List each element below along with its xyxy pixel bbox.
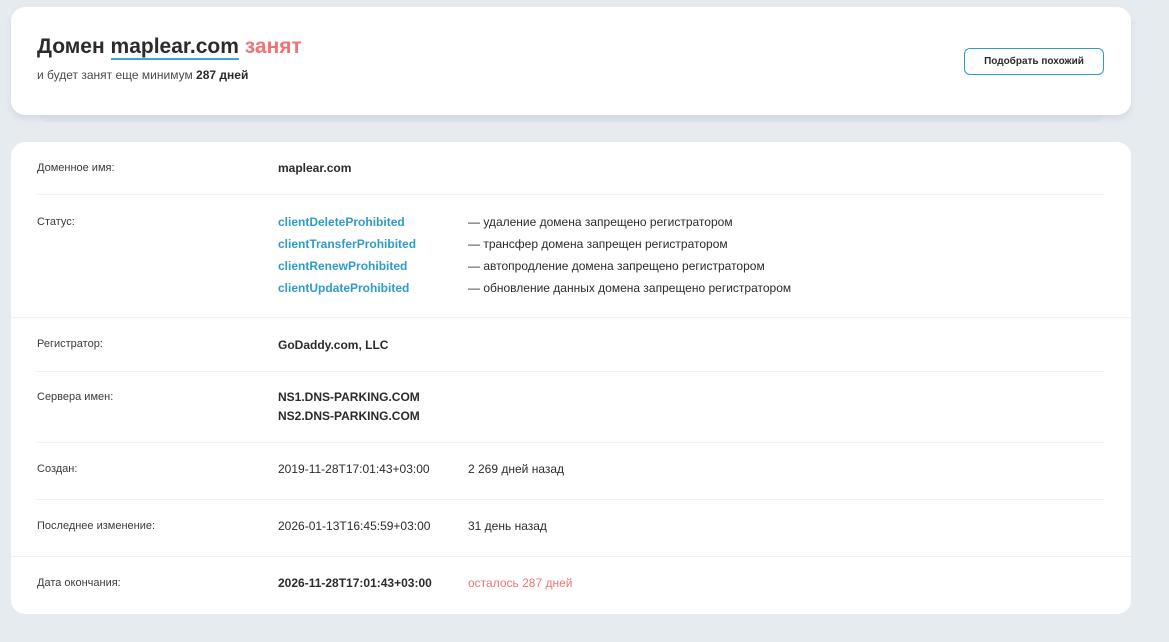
status-label: Статус: <box>37 216 75 228</box>
created-label: Создан: <box>37 463 78 475</box>
domain-name-value: maplear.com <box>278 161 352 175</box>
page-title: Домен maplear.com занят <box>37 35 302 60</box>
registrar-value: GoDaddy.com, LLC <box>278 338 389 352</box>
updated-label: Последнее изменение: <box>37 520 156 532</box>
title-prefix: Домен <box>37 35 105 58</box>
subtitle-prefix: и будет занят еще минимум <box>37 68 193 82</box>
domain-name-link[interactable]: maplear.com <box>110 35 239 60</box>
domain-subtitle: и будет занят еще минимум 287 дней <box>37 68 248 82</box>
divider <box>37 499 1105 500</box>
subtitle-days: 287 дней <box>196 68 249 82</box>
divider <box>37 442 1105 443</box>
domain-details-card: Доменное имя: maplear.com Статус: client… <box>11 142 1131 614</box>
divider <box>37 194 1105 195</box>
created-relative: 2 269 дней назад <box>468 462 565 476</box>
registrar-label: Регистратор: <box>37 338 103 350</box>
find-similar-button[interactable]: Подобрать похожий <box>964 48 1104 75</box>
nameserver-value: NS2.DNS-PARKING.COM <box>278 409 420 423</box>
updated-value: 2026-01-13T16:45:59+03:00 <box>278 519 431 533</box>
domain-name-label: Доменное имя: <box>37 162 115 174</box>
status-description: — автопродление домена запрещено регистр… <box>468 259 765 273</box>
status-description: — трансфер домена запрещен регистратором <box>468 237 728 251</box>
domain-header-card: Домен maplear.com занят и будет занят ещ… <box>11 7 1131 115</box>
expires-relative: осталось 287 дней <box>468 576 573 590</box>
nameserver-value: NS1.DNS-PARKING.COM <box>278 390 420 404</box>
status-description: — удаление домена запрещено регистраторо… <box>468 215 733 229</box>
expires-value: 2026-11-28T17:01:43+03:00 <box>278 576 432 590</box>
divider <box>11 317 1131 318</box>
domain-status-badge: занят <box>244 35 302 58</box>
status-code-link[interactable]: clientRenewProhibited <box>278 259 407 273</box>
status-description: — обновление данных домена запрещено рег… <box>468 281 792 295</box>
status-code-link[interactable]: clientUpdateProhibited <box>278 281 409 295</box>
page: Домен maplear.com занят и будет занят ещ… <box>0 0 1169 642</box>
nameservers-label: Сервера имен: <box>37 391 114 403</box>
divider <box>11 556 1131 557</box>
expires-label: Дата окончания: <box>37 577 121 589</box>
status-code-link[interactable]: clientDeleteProhibited <box>278 215 405 229</box>
created-value: 2019-11-28T17:01:43+03:00 <box>278 462 430 476</box>
divider <box>37 371 1105 372</box>
status-code-link[interactable]: clientTransferProhibited <box>278 237 416 251</box>
updated-relative: 31 день назад <box>468 519 547 533</box>
